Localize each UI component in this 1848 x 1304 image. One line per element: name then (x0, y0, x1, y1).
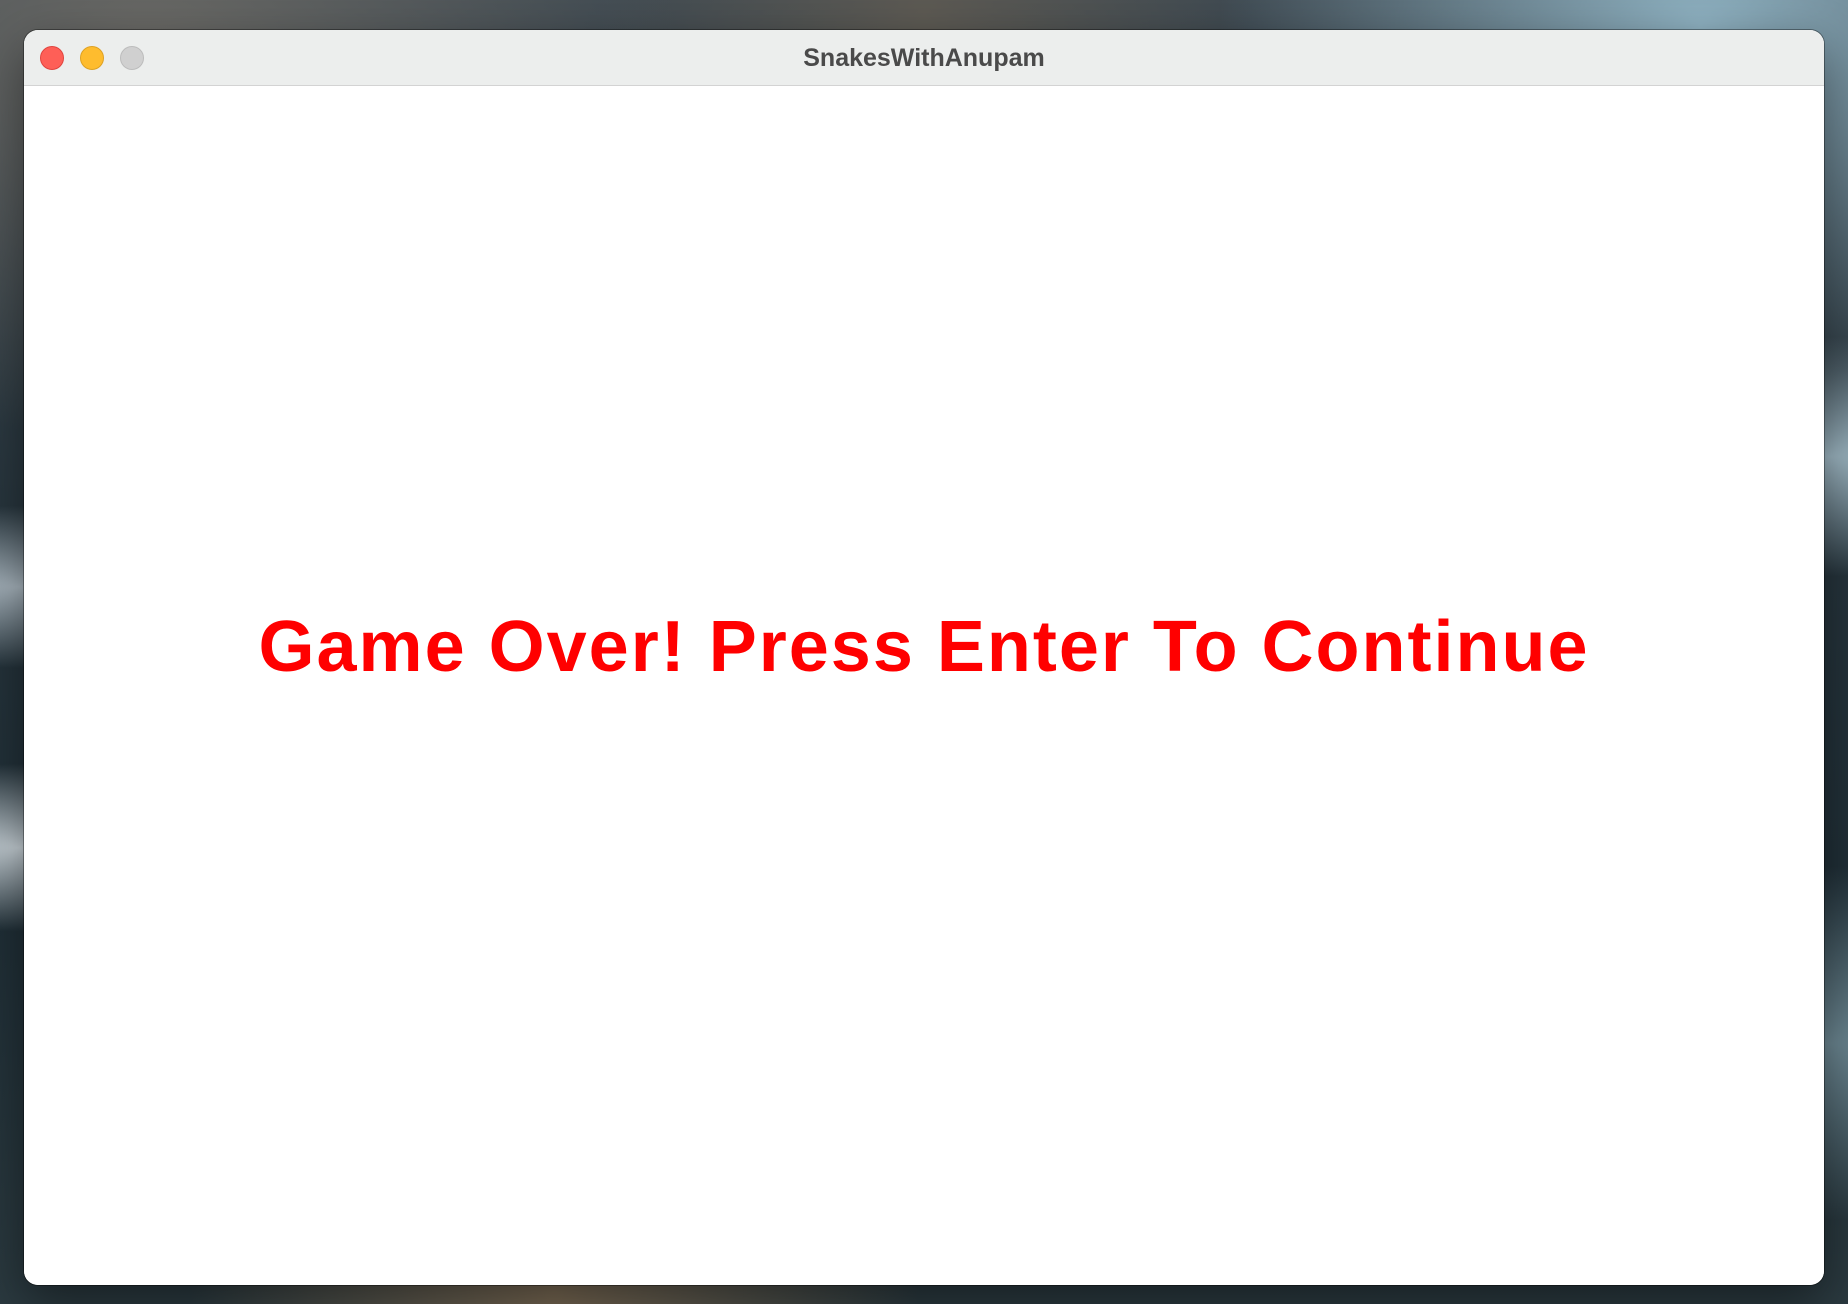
title-bar[interactable]: SnakesWithAnupam (24, 30, 1824, 86)
app-window: SnakesWithAnupam Game Over! Press Enter … (24, 30, 1824, 1285)
game-canvas[interactable]: Game Over! Press Enter To Continue (24, 86, 1824, 1285)
game-over-message: Game Over! Press Enter To Continue (258, 607, 1590, 687)
window-title: SnakesWithAnupam (803, 44, 1045, 72)
